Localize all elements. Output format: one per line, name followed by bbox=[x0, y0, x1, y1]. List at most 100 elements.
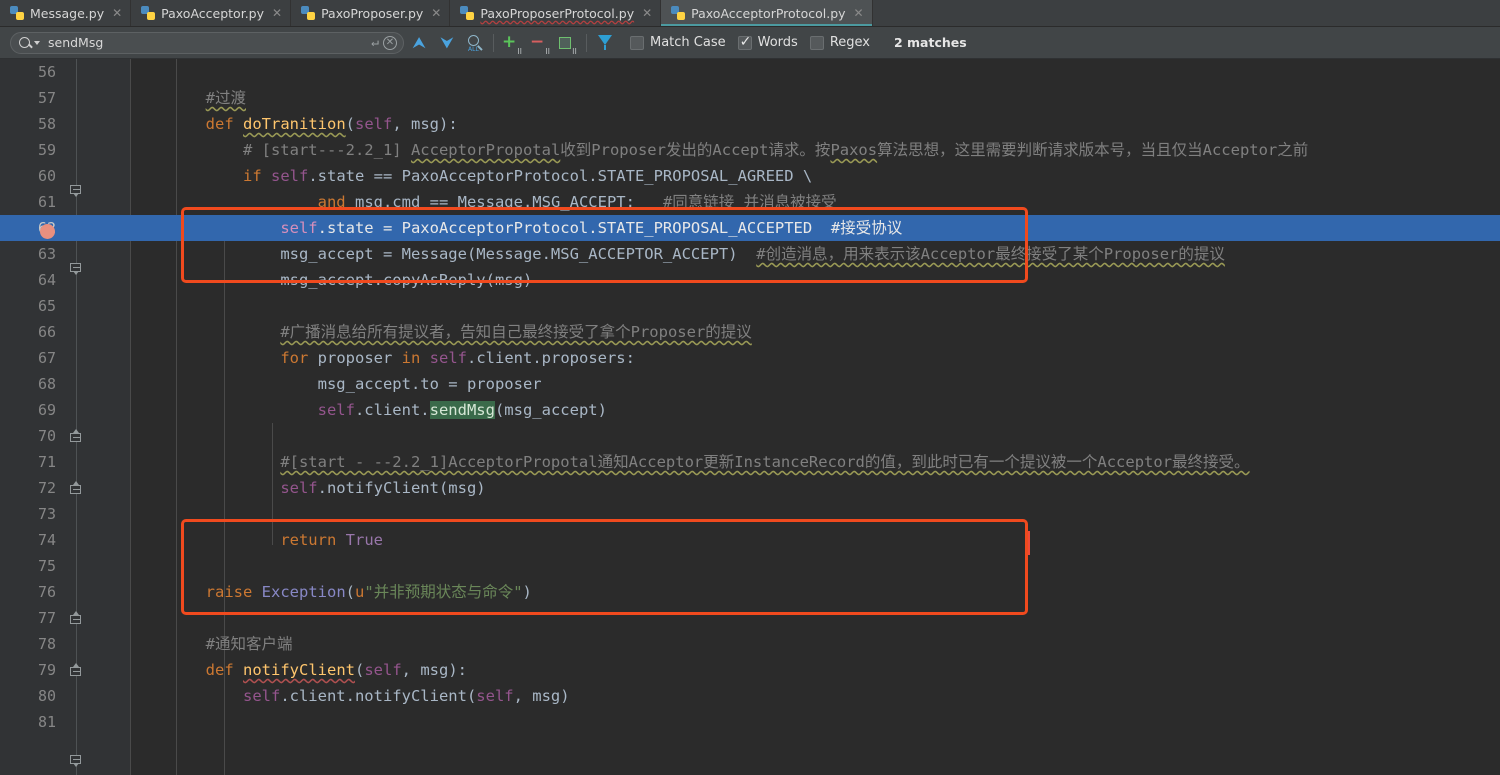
search-input[interactable]: sendMsg bbox=[44, 35, 367, 50]
code-line-text[interactable]: self.notifyClient(msg) bbox=[131, 475, 1500, 501]
match-case-checkbox[interactable] bbox=[630, 35, 644, 50]
line-number: 72 bbox=[37, 479, 56, 497]
code-fold-marker[interactable] bbox=[70, 429, 83, 446]
code-line-text[interactable]: #[start - --2.2_1]AcceptorPropotal通知Acce… bbox=[131, 449, 1500, 475]
tab-close-icon[interactable]: ✕ bbox=[642, 7, 652, 19]
find-all-button[interactable]: ALL bbox=[462, 30, 488, 56]
tab-paxoacceptor-py[interactable]: PaxoAcceptor.py ✕ bbox=[131, 0, 292, 26]
code-line[interactable]: 58 def doTranition(self, msg): bbox=[0, 111, 1500, 137]
code-line-text[interactable]: #广播消息给所有提议者，告知自己最终接受了拿个Proposer的提议 bbox=[131, 319, 1500, 345]
code-line[interactable]: 81 bbox=[0, 709, 1500, 735]
code-lines[interactable]: 56 57 #过渡 58 def doTranition(self, msg): 59… bbox=[0, 59, 1500, 775]
code-line-text[interactable]: raise Exception(u"并非预期状态与命令") bbox=[131, 579, 1500, 605]
filter-button[interactable] bbox=[592, 30, 618, 56]
python-file-icon bbox=[10, 6, 24, 20]
code-line[interactable]: 79 def notifyClient(self, msg): bbox=[0, 657, 1500, 683]
code-line-text[interactable]: msg_accept.copyAsReply(msg) bbox=[131, 267, 1500, 293]
words-checkbox[interactable] bbox=[737, 34, 752, 50]
tab-paxoproposer-py[interactable]: PaxoProposer.py ✕ bbox=[291, 0, 451, 26]
line-number: 63 bbox=[37, 245, 56, 263]
code-line-text[interactable]: msg_accept = Message(Message.MSG_ACCEPTO… bbox=[131, 241, 1500, 267]
enter-icon[interactable]: ↵ bbox=[371, 35, 379, 50]
code-line[interactable]: 56 bbox=[0, 59, 1500, 85]
code-fold-marker[interactable] bbox=[70, 185, 83, 198]
regex-option[interactable]: Regex bbox=[809, 35, 870, 50]
text-caret bbox=[1028, 531, 1030, 555]
tab-paxoacceptorprotocol-py[interactable]: PaxoAcceptorProtocol.py ✕ bbox=[661, 0, 873, 26]
code-line[interactable]: 62 self.state = PaxoAcceptorProtocol.STA… bbox=[0, 215, 1500, 241]
line-number: 71 bbox=[37, 453, 56, 471]
code-line[interactable]: 75 bbox=[0, 553, 1500, 579]
code-line-text[interactable]: def notifyClient(self, msg): bbox=[131, 657, 1500, 683]
words-option[interactable]: Words bbox=[737, 34, 798, 50]
code-line-text[interactable]: and msg.cmd == Message.MSG_ACCEPT: #同意链接… bbox=[131, 189, 1500, 215]
toolbar-divider bbox=[586, 33, 587, 52]
code-line-text[interactable]: #通知客户端 bbox=[131, 631, 1500, 657]
code-fold-marker[interactable] bbox=[70, 611, 83, 628]
tab-close-icon[interactable]: ✕ bbox=[854, 7, 864, 19]
code-line-text[interactable]: # [start---2.2_1] AcceptorPropotal收到Prop… bbox=[131, 137, 1500, 163]
code-line[interactable]: 59 # [start---2.2_1] AcceptorPropotal收到P… bbox=[0, 137, 1500, 163]
code-fold-marker[interactable] bbox=[70, 263, 83, 276]
code-line[interactable]: 70 bbox=[0, 423, 1500, 449]
occurrence-sub-label: II bbox=[572, 46, 577, 56]
tab-paxoproposerprotocol-py[interactable]: PaxoProposerProtocol.py ✕ bbox=[450, 0, 662, 26]
code-line[interactable]: 78 #通知客户端 bbox=[0, 631, 1500, 657]
search-input-wrapper[interactable]: sendMsg ↵ ✕ bbox=[10, 31, 404, 54]
editor-tab-bar: Message.py ✕ PaxoAcceptor.py ✕ PaxoPropo… bbox=[0, 0, 1500, 27]
find-next-button[interactable]: ⮟ bbox=[434, 30, 460, 56]
line-number: 60 bbox=[37, 167, 56, 185]
code-line-text[interactable]: #过渡 bbox=[131, 85, 1500, 111]
line-number: 73 bbox=[37, 505, 56, 523]
code-line-text[interactable]: self.state = PaxoAcceptorProtocol.STATE_… bbox=[131, 215, 1500, 241]
words-label: Words bbox=[757, 35, 798, 50]
code-editor[interactable]: 56 57 #过渡 58 def doTranition(self, msg): 59… bbox=[0, 59, 1500, 775]
line-number: 77 bbox=[37, 609, 56, 627]
code-line-text[interactable]: self.client.notifyClient(self, msg) bbox=[131, 683, 1500, 709]
clear-search-icon[interactable]: ✕ bbox=[383, 35, 397, 50]
code-line[interactable]: 68 msg_accept.to = proposer bbox=[0, 371, 1500, 397]
tab-message-py[interactable]: Message.py ✕ bbox=[0, 0, 132, 26]
code-line[interactable]: 76 raise Exception(u"并非预期状态与命令") bbox=[0, 579, 1500, 605]
code-fold-marker[interactable] bbox=[70, 755, 83, 768]
tab-close-icon[interactable]: ✕ bbox=[431, 7, 441, 19]
code-fold-marker[interactable] bbox=[70, 481, 83, 498]
code-line[interactable]: 80 self.client.notifyClient(self, msg) bbox=[0, 683, 1500, 709]
code-line[interactable]: 74 return True bbox=[0, 527, 1500, 553]
find-previous-button[interactable]: ⮝ bbox=[406, 30, 432, 56]
code-line-text[interactable]: def doTranition(self, msg): bbox=[131, 111, 1500, 137]
remove-occurrence-button[interactable]: − II bbox=[527, 30, 553, 56]
line-number: 74 bbox=[37, 531, 56, 549]
code-line[interactable]: 60 if self.state == PaxoAcceptorProtocol… bbox=[0, 163, 1500, 189]
code-line[interactable]: 64 msg_accept.copyAsReply(msg) bbox=[0, 267, 1500, 293]
chevron-down-icon[interactable] bbox=[34, 40, 40, 45]
line-number: 58 bbox=[37, 115, 56, 133]
code-line-text[interactable]: for proposer in self.client.proposers: bbox=[131, 345, 1500, 371]
tab-close-icon[interactable]: ✕ bbox=[112, 7, 122, 19]
code-line-text[interactable]: if self.state == PaxoAcceptorProtocol.ST… bbox=[131, 163, 1500, 189]
code-line[interactable]: 61 and msg.cmd == Message.MSG_ACCEPT: #同… bbox=[0, 189, 1500, 215]
tab-label: PaxoAcceptorProtocol.py bbox=[691, 5, 846, 21]
code-line[interactable]: 72 self.notifyClient(msg) bbox=[0, 475, 1500, 501]
match-case-option[interactable]: Match Case bbox=[630, 35, 726, 50]
add-occurrence-button[interactable]: + II bbox=[499, 30, 525, 56]
code-line[interactable]: 73 bbox=[0, 501, 1500, 527]
select-all-occurrences-button[interactable]: II bbox=[555, 30, 581, 56]
code-line[interactable]: 69 self.client.sendMsg(msg_accept) bbox=[0, 397, 1500, 423]
code-line[interactable]: 67 for proposer in self.client.proposers… bbox=[0, 345, 1500, 371]
python-file-icon bbox=[460, 6, 475, 20]
code-line[interactable]: 57 #过渡 bbox=[0, 85, 1500, 111]
breakpoint-marker[interactable] bbox=[40, 224, 55, 239]
tab-close-icon[interactable]: ✕ bbox=[272, 7, 282, 19]
code-line[interactable]: 77 bbox=[0, 605, 1500, 631]
code-line[interactable]: 71 #[start - --2.2_1]AcceptorPropotal通知A… bbox=[0, 449, 1500, 475]
regex-checkbox[interactable] bbox=[809, 35, 824, 50]
code-line[interactable]: 66 #广播消息给所有提议者，告知自己最终接受了拿个Proposer的提议 bbox=[0, 319, 1500, 345]
code-line[interactable]: 63 msg_accept = Message(Message.MSG_ACCE… bbox=[0, 241, 1500, 267]
line-number: 65 bbox=[37, 297, 56, 315]
code-fold-marker[interactable] bbox=[70, 663, 83, 680]
code-line-text[interactable]: self.client.sendMsg(msg_accept) bbox=[131, 397, 1500, 423]
code-line-text[interactable]: msg_accept.to = proposer bbox=[131, 371, 1500, 397]
code-line[interactable]: 65 bbox=[0, 293, 1500, 319]
code-line-text[interactable]: return True bbox=[131, 527, 1500, 553]
